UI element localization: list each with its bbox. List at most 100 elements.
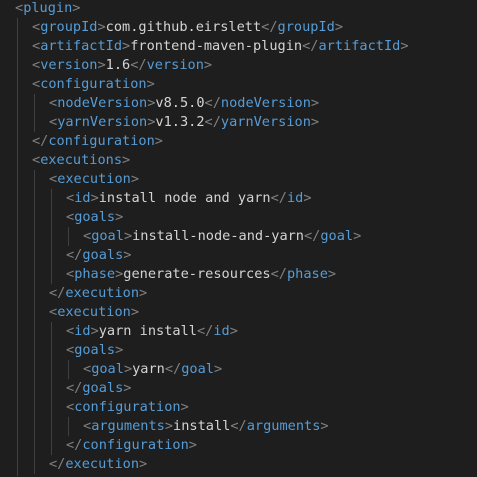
code-line[interactable]: <goals> (66, 208, 123, 227)
code-line[interactable]: <plugin> (15, 0, 80, 18)
tag-bracket: </ (66, 247, 83, 263)
code-line[interactable]: <configuration> (66, 398, 189, 417)
code-line[interactable]: <arguments>install</arguments> (83, 417, 329, 436)
code-line[interactable]: </execution> (49, 455, 147, 474)
tag-bracket: </ (261, 19, 278, 35)
xml-closing-tag-name: version (146, 57, 204, 73)
code-line[interactable]: <execution> (49, 170, 139, 189)
xml-text: 1.6 (105, 57, 131, 73)
tag-bracket: </ (204, 95, 221, 111)
indent-guide (34, 170, 35, 474)
code-line[interactable]: </configuration> (66, 436, 197, 455)
tag-bracket: > (123, 361, 133, 377)
xml-closing-tag-name: configuration (48, 133, 155, 149)
tag-bracket: < (32, 152, 41, 168)
indent-guide (68, 227, 69, 246)
xml-tag-name: arguments (91, 418, 165, 434)
tag-bracket: < (66, 399, 75, 415)
xml-closing-tag-name: configuration (82, 437, 189, 453)
tag-bracket: > (188, 437, 197, 453)
tag-bracket: < (49, 95, 58, 111)
tag-bracket: > (229, 323, 238, 339)
indent-guide (51, 189, 52, 284)
tag-bracket: > (97, 57, 106, 73)
tag-bracket: > (97, 19, 106, 35)
code-line[interactable]: <execution> (49, 303, 139, 322)
xml-text: yarn install (98, 323, 197, 339)
xml-tag-name: configuration (74, 399, 181, 415)
code-line[interactable]: <id>install node and yarn</id> (66, 189, 312, 208)
code-line[interactable]: </goals> (66, 379, 131, 398)
tag-bracket: > (203, 57, 213, 73)
tag-bracket: > (310, 114, 320, 130)
tag-bracket: </ (230, 418, 247, 434)
xml-closing-tag-name: artifactId (318, 38, 401, 54)
tag-bracket: < (83, 418, 92, 434)
tag-bracket: > (139, 285, 148, 301)
xml-tag-name: artifactId (40, 38, 123, 54)
xml-text: v8.5.0 (155, 95, 205, 111)
tag-bracket: </ (270, 190, 287, 206)
code-editor[interactable]: <plugin> <groupId>com.github.eirslett</gr… (0, 0, 477, 477)
tag-bracket: > (146, 76, 155, 92)
xml-text: yarn (132, 361, 165, 377)
tag-bracket: < (32, 38, 41, 54)
code-line[interactable]: <configuration> (32, 75, 155, 94)
xml-tag-name: goals (74, 342, 116, 358)
xml-text: generate-resources (123, 266, 271, 282)
tag-bracket: > (122, 38, 131, 54)
code-line[interactable]: </execution> (49, 284, 147, 303)
code-line[interactable]: <goal>install-node-and-yarn</goal> (83, 227, 361, 246)
tag-bracket: </ (66, 380, 83, 396)
tag-bracket: > (154, 133, 163, 149)
code-line[interactable]: <id>yarn install</id> (66, 322, 238, 341)
code-line[interactable]: <goal>yarn</goal> (83, 360, 222, 379)
tag-bracket: > (327, 266, 337, 282)
indent-guide (68, 417, 69, 436)
indent-guide (17, 18, 18, 476)
tag-bracket: > (123, 247, 132, 263)
tag-bracket: </ (32, 133, 49, 149)
code-line[interactable]: </configuration> (32, 132, 163, 151)
tag-bracket: < (15, 0, 24, 16)
tag-bracket: < (66, 323, 75, 339)
tag-bracket: > (123, 380, 132, 396)
code-line[interactable]: <nodeVersion>v8.5.0</nodeVersion> (49, 94, 319, 113)
xml-tag-name: yarnVersion (57, 114, 148, 130)
tag-bracket: </ (66, 437, 83, 453)
xml-closing-tag-name: goal (320, 228, 354, 244)
code-line[interactable]: <executions> (32, 151, 130, 170)
code-line[interactable]: <artifactId>frontend-maven-plugin</artif… (32, 37, 409, 56)
tag-bracket: > (90, 323, 99, 339)
tag-bracket: > (130, 171, 140, 187)
tag-bracket: > (214, 361, 223, 377)
tag-bracket: </ (204, 114, 221, 130)
tag-bracket: </ (164, 361, 182, 377)
xml-tag-name: goal (91, 228, 124, 244)
xml-tag-name: phase (74, 266, 116, 282)
xml-closing-tag-name: phase (287, 266, 328, 282)
xml-tag-name: nodeVersion (57, 95, 148, 111)
xml-tag-name: id (74, 323, 91, 339)
tag-bracket: </ (49, 456, 66, 472)
tag-bracket: < (49, 304, 58, 320)
tag-bracket: > (72, 0, 81, 16)
tag-bracket: < (66, 190, 75, 206)
code-line[interactable]: <goals> (66, 341, 123, 360)
tag-bracket: > (164, 418, 174, 434)
xml-tag-name: configuration (40, 76, 147, 92)
xml-closing-tag-name: execution (65, 456, 140, 472)
tag-bracket: </ (49, 285, 66, 301)
xml-tag-name: executions (40, 152, 123, 168)
code-line[interactable]: <phase>generate-resources</phase> (66, 265, 336, 284)
xml-text: install node and yarn (98, 190, 271, 206)
code-line[interactable]: <yarnVersion>v1.3.2</yarnVersion> (49, 113, 319, 132)
xml-tag-name: version (40, 57, 98, 73)
xml-tag-name: id (74, 190, 91, 206)
indent-guide (51, 322, 52, 455)
tag-bracket: > (310, 95, 320, 111)
tag-bracket: > (334, 19, 344, 35)
code-line[interactable]: <groupId>com.github.eirslett</groupId> (32, 18, 343, 37)
code-line[interactable]: <version>1.6</version> (32, 56, 212, 75)
code-line[interactable]: </goals> (66, 246, 131, 265)
